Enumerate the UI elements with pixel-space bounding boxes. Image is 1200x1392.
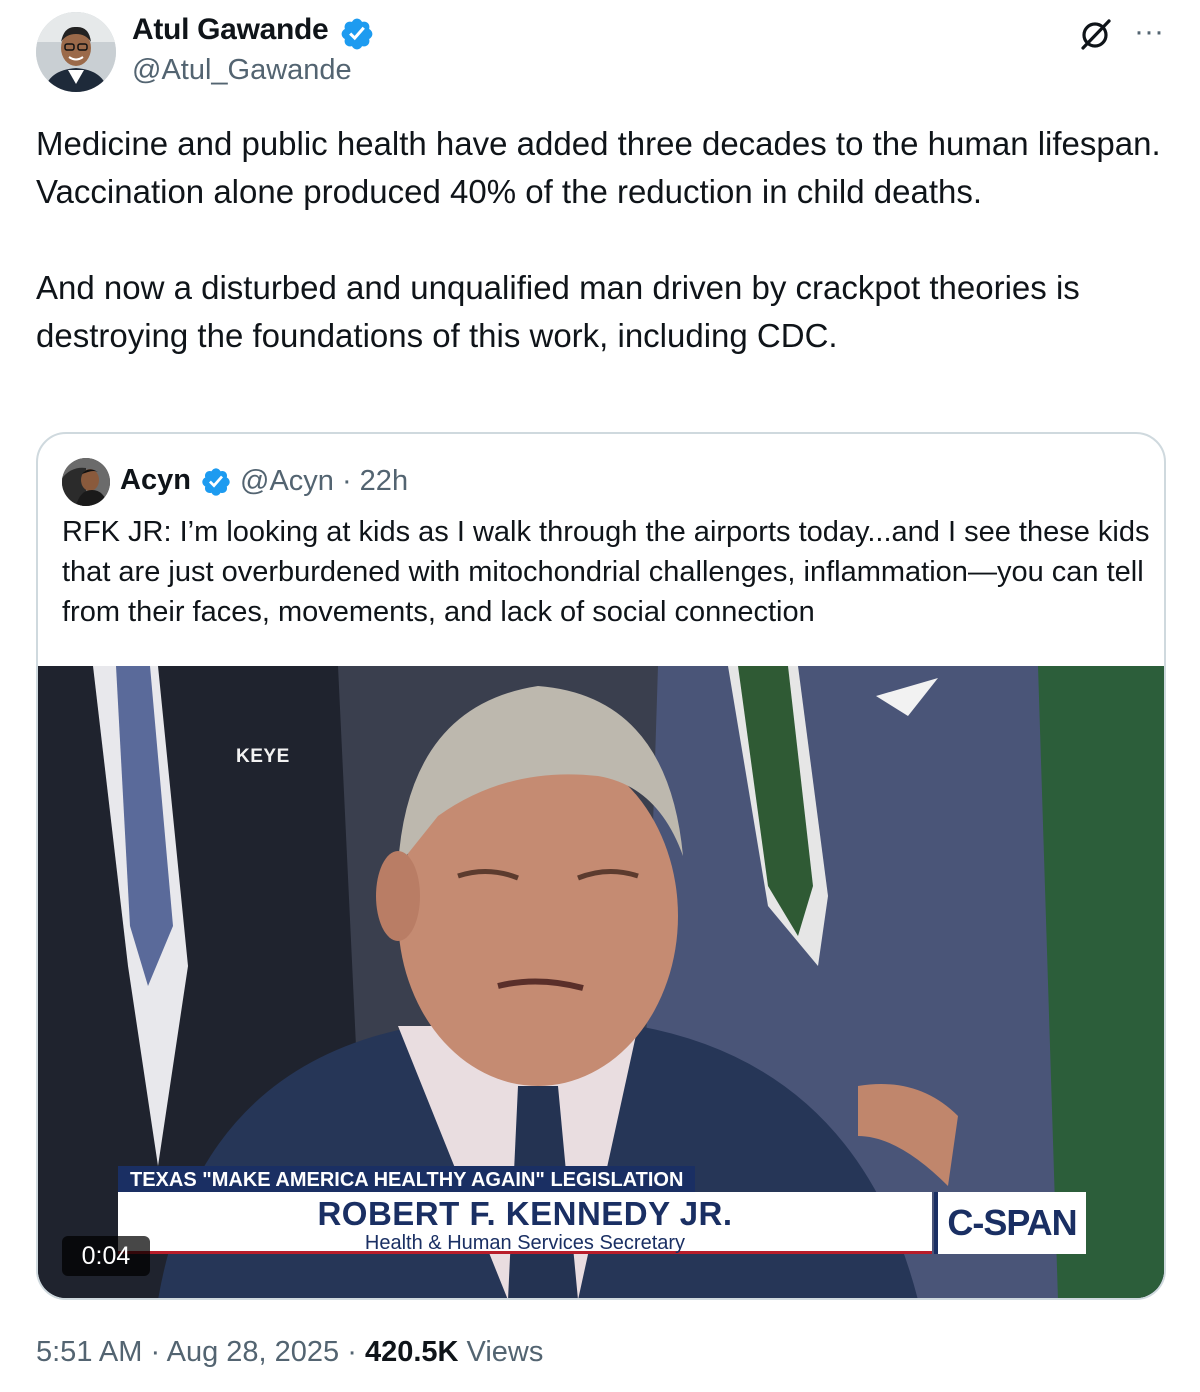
quote-handle-time: @Acyn · 22h: [240, 465, 409, 497]
separator: ·: [150, 1336, 161, 1368]
tweet-paragraph: And now a disturbed and unqualified man …: [36, 269, 1080, 354]
station-watermark: KEYE: [236, 746, 290, 767]
lower-third-title: Health & Human Services Secretary: [364, 1232, 686, 1254]
more-icon[interactable]: ···: [1130, 14, 1168, 50]
lower-third: ROBERT F. KENNEDY JR. Health & Human Ser…: [118, 1192, 932, 1254]
quote-author-name[interactable]: Acyn: [120, 464, 191, 497]
video-duration[interactable]: 0:04: [62, 1236, 150, 1276]
author-handle[interactable]: @Atul_Gawande: [132, 54, 352, 87]
video-player[interactable]: KEYE TEXAS "MAKE AMERICA HEALTHY AGAIN" …: [38, 666, 1164, 1298]
author-avatar[interactable]: [36, 12, 116, 92]
tweet-card: Atul Gawande @Atul_Gawande ··· Medicine …: [0, 0, 1200, 1392]
tweet-footer: 5:51 AM · Aug 28, 2025 · 420.5K Views: [36, 1336, 543, 1369]
verified-badge-icon: [341, 18, 373, 50]
quote-author-avatar[interactable]: [62, 458, 110, 506]
network-logo: C-SPAN: [934, 1192, 1086, 1254]
tweet-paragraph: Medicine and public health have added th…: [36, 125, 1161, 210]
author-name[interactable]: Atul Gawande: [132, 13, 329, 47]
quoted-tweet[interactable]: Acyn @Acyn · 22h RFK JR: I’m looking at …: [36, 432, 1166, 1300]
lower-third-name: ROBERT F. KENNEDY JR.: [317, 1195, 733, 1232]
quote-text: RFK JR: I’m looking at kids as I walk th…: [62, 516, 1150, 628]
tweet-text: Medicine and public health have added th…: [36, 120, 1166, 360]
tweet-date[interactable]: Aug 28, 2025: [167, 1336, 340, 1368]
separator: ·: [347, 1336, 357, 1368]
views-label[interactable]: Views: [467, 1336, 544, 1368]
tweet-time[interactable]: 5:51 AM: [36, 1336, 142, 1368]
verified-badge-icon: [202, 468, 230, 496]
lower-third-banner: TEXAS "MAKE AMERICA HEALTHY AGAIN" LEGIS…: [118, 1166, 696, 1194]
views-count[interactable]: 420.5K: [365, 1336, 459, 1368]
grok-icon[interactable]: [1078, 16, 1114, 52]
